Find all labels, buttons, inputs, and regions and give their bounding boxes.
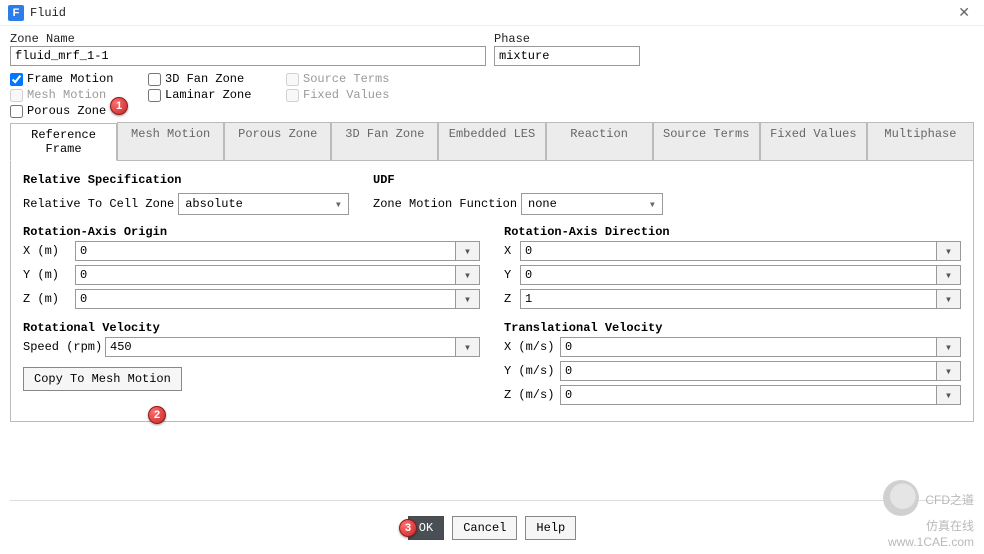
tab-reaction[interactable]: Reaction xyxy=(546,122,653,160)
zone-name-label: Zone Name xyxy=(10,32,486,46)
source-terms-label: Source Terms xyxy=(303,72,389,86)
annotation-badge-1: 1 xyxy=(110,97,128,115)
tab-source-terms[interactable]: Source Terms xyxy=(653,122,760,160)
phase-label: Phase xyxy=(494,32,974,46)
watermark-line-2: 仿真在线 xyxy=(883,518,974,534)
zone-motion-function-label: Zone Motion Function xyxy=(373,197,517,211)
trans-y-label: Y (m/s) xyxy=(504,364,560,378)
tabs: Reference Frame Mesh Motion Porous Zone … xyxy=(10,122,974,161)
relative-spec-title: Relative Specification xyxy=(23,173,349,187)
watermark-line-3: www.1CAE.com xyxy=(883,534,974,550)
origin-y-label: Y (m) xyxy=(23,268,75,282)
source-terms-checkbox: Source Terms xyxy=(286,72,416,86)
mesh-motion-label: Mesh Motion xyxy=(27,88,106,102)
tab-multiphase[interactable]: Multiphase xyxy=(867,122,974,160)
rotation-axis-origin-title: Rotation-Axis Origin xyxy=(23,225,480,239)
origin-y-dropdown[interactable]: ▾ xyxy=(456,265,480,285)
annotation-badge-2: 2 xyxy=(148,406,166,424)
origin-x-input[interactable] xyxy=(75,241,456,261)
help-button[interactable]: Help xyxy=(525,516,576,540)
frame-motion-checkbox[interactable]: Frame Motion xyxy=(10,72,140,86)
origin-x-dropdown[interactable]: ▾ xyxy=(456,241,480,261)
tab-mesh-motion[interactable]: Mesh Motion xyxy=(117,122,224,160)
udf-title: UDF xyxy=(373,173,663,187)
trans-y-input[interactable] xyxy=(560,361,937,381)
watermark-line-1: CFD之道 xyxy=(925,492,974,508)
origin-x-label: X (m) xyxy=(23,244,75,258)
laminar-zone-label: Laminar Zone xyxy=(165,88,251,102)
trans-y-dropdown[interactable]: ▾ xyxy=(937,361,961,381)
relative-to-cell-zone-value: absolute xyxy=(185,197,243,211)
tab-porous-zone[interactable]: Porous Zone xyxy=(224,122,331,160)
trans-z-dropdown[interactable]: ▾ xyxy=(937,385,961,405)
tab-embedded-les[interactable]: Embedded LES xyxy=(438,122,545,160)
trans-x-input[interactable] xyxy=(560,337,937,357)
frame-motion-label: Frame Motion xyxy=(27,72,113,86)
reference-frame-pane: Relative Specification Relative To Cell … xyxy=(10,161,974,422)
app-icon: F xyxy=(8,5,24,21)
speed-input[interactable] xyxy=(105,337,456,357)
tab-reference-frame[interactable]: Reference Frame xyxy=(10,123,117,161)
dir-z-label: Z xyxy=(504,292,520,306)
dir-z-input[interactable] xyxy=(520,289,937,309)
rotation-axis-direction-title: Rotation-Axis Direction xyxy=(504,225,961,239)
chevron-down-icon: ▾ xyxy=(335,197,342,212)
chevron-down-icon: ▾ xyxy=(649,197,656,212)
fixed-values-label: Fixed Values xyxy=(303,88,389,102)
watermark: CFD之道 仿真在线 www.1CAE.com xyxy=(883,482,974,550)
origin-z-input[interactable] xyxy=(75,289,456,309)
fixed-values-checkbox: Fixed Values xyxy=(286,88,416,102)
speed-label: Speed (rpm) xyxy=(23,340,105,354)
origin-z-label: Z (m) xyxy=(23,292,75,306)
separator xyxy=(10,500,974,501)
phase-input[interactable] xyxy=(494,46,640,66)
dir-x-dropdown[interactable]: ▾ xyxy=(937,241,961,261)
zone-motion-function-dropdown[interactable]: none ▾ xyxy=(521,193,663,215)
titlebar: F Fluid ✕ xyxy=(0,0,984,26)
trans-z-input[interactable] xyxy=(560,385,937,405)
trans-x-label: X (m/s) xyxy=(504,340,560,354)
3d-fan-zone-label: 3D Fan Zone xyxy=(165,72,244,86)
wechat-icon xyxy=(883,480,919,516)
dir-z-dropdown[interactable]: ▾ xyxy=(937,289,961,309)
zone-motion-function-value: none xyxy=(528,197,557,211)
3d-fan-zone-checkbox[interactable]: 3D Fan Zone xyxy=(148,72,278,86)
speed-dropdown[interactable]: ▾ xyxy=(456,337,480,357)
rotational-velocity-title: Rotational Velocity xyxy=(23,321,480,335)
relative-to-cell-zone-label: Relative To Cell Zone xyxy=(23,197,174,211)
trans-z-label: Z (m/s) xyxy=(504,388,560,402)
cancel-button[interactable]: Cancel xyxy=(452,516,517,540)
dir-x-input[interactable] xyxy=(520,241,937,261)
dir-y-input[interactable] xyxy=(520,265,937,285)
tab-3d-fan-zone[interactable]: 3D Fan Zone xyxy=(331,122,438,160)
window-title: Fluid xyxy=(30,6,952,20)
dir-y-dropdown[interactable]: ▾ xyxy=(937,265,961,285)
close-icon[interactable]: ✕ xyxy=(952,4,976,21)
dir-y-label: Y xyxy=(504,268,520,282)
tab-fixed-values[interactable]: Fixed Values xyxy=(760,122,867,160)
zone-name-input[interactable] xyxy=(10,46,486,66)
origin-y-input[interactable] xyxy=(75,265,456,285)
laminar-zone-checkbox[interactable]: Laminar Zone xyxy=(148,88,278,102)
annotation-badge-3: 3 xyxy=(399,519,417,537)
copy-to-mesh-motion-button[interactable]: Copy To Mesh Motion xyxy=(23,367,182,391)
footer-buttons: OK Cancel Help xyxy=(0,510,984,546)
porous-zone-label: Porous Zone xyxy=(27,104,106,118)
origin-z-dropdown[interactable]: ▾ xyxy=(456,289,480,309)
trans-x-dropdown[interactable]: ▾ xyxy=(937,337,961,357)
translational-velocity-title: Translational Velocity xyxy=(504,321,961,335)
dir-x-label: X xyxy=(504,244,520,258)
relative-to-cell-zone-dropdown[interactable]: absolute ▾ xyxy=(178,193,349,215)
